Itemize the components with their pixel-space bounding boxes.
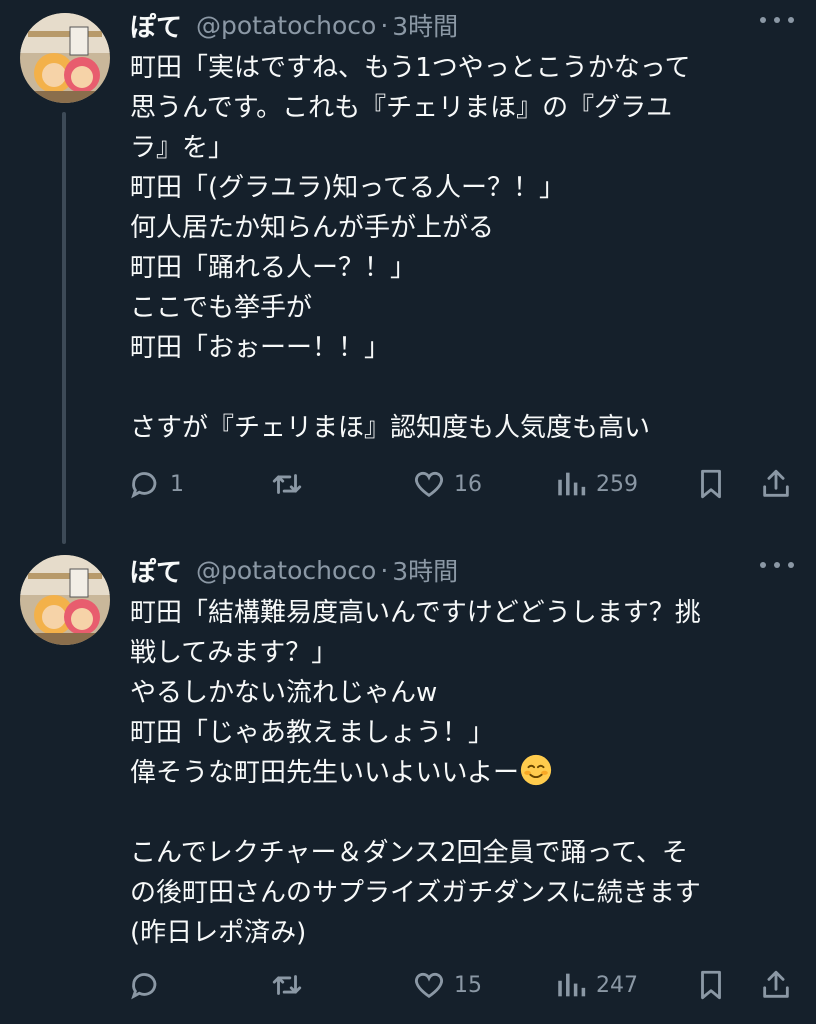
share-icon bbox=[763, 469, 789, 497]
action-bar: 15 247 bbox=[128, 965, 798, 1005]
tweet-header: ぽて @potatochoco · 3時間 bbox=[130, 6, 458, 44]
like-count: 16 bbox=[454, 471, 482, 497]
timestamp[interactable]: 3時間 bbox=[392, 552, 458, 588]
text-line: やるしかない流れじゃんw bbox=[130, 678, 438, 708]
more-icon[interactable] bbox=[760, 555, 794, 575]
reply-button[interactable] bbox=[128, 965, 170, 1005]
tweet-text: 町田「実はですね、もう1つやっとこうかなって 思うんです。これも『チェリまほ』の… bbox=[130, 48, 800, 448]
like-button[interactable]: 16 bbox=[412, 464, 482, 504]
more-icon[interactable] bbox=[760, 10, 794, 30]
like-button[interactable]: 15 bbox=[412, 965, 482, 1005]
tweet[interactable]: ぽて @potatochoco · 3時間 町田「結構難易度高いんですけどどうし… bbox=[0, 545, 816, 1024]
retweet-icon bbox=[272, 975, 302, 995]
retweet-button[interactable] bbox=[270, 464, 312, 504]
text-line bbox=[130, 368, 800, 408]
author-name[interactable]: ぽて bbox=[130, 552, 182, 589]
text-line: 思うんです。これも『チェリまほ』の『グラユ bbox=[130, 93, 673, 123]
author-handle[interactable]: @potatochoco bbox=[196, 11, 376, 40]
like-icon bbox=[415, 471, 443, 498]
text-line-with-emoji: 偉そうな町田先生いいよいいよー bbox=[130, 753, 800, 793]
text-line: ラ』を」 bbox=[130, 133, 235, 163]
thread-line bbox=[62, 112, 66, 544]
like-icon bbox=[415, 972, 443, 999]
bookmark-icon bbox=[701, 469, 721, 499]
text-line: こんでレクチャー＆ダンス2回全員で踊って、そ bbox=[130, 838, 688, 868]
text-line: 町田「踊れる人ー？！」 bbox=[130, 253, 417, 283]
text-line: (昨日レポ済み) bbox=[130, 918, 307, 948]
text-line: ここでも挙手が bbox=[130, 293, 313, 323]
separator-dot: · bbox=[380, 10, 389, 40]
views-icon bbox=[558, 472, 586, 496]
text-line: 町田「結構難易度高いんですけどどうします？挑 bbox=[130, 598, 701, 628]
view-count: 247 bbox=[596, 972, 638, 998]
action-bar: 1 16 259 bbox=[128, 464, 798, 504]
reply-count: 1 bbox=[170, 471, 184, 497]
retweet-icon bbox=[272, 474, 302, 494]
text-line: 偉そうな町田先生いいよいいよー bbox=[130, 758, 519, 788]
views-button[interactable]: 247 bbox=[554, 965, 638, 1005]
author-handle[interactable]: @potatochoco bbox=[196, 556, 376, 585]
timestamp[interactable]: 3時間 bbox=[392, 7, 458, 43]
text-line: さすが『チェリまほ』認知度も人気度も高い bbox=[130, 413, 651, 443]
text-line: 町田「じゃあ教えましょう！」 bbox=[130, 718, 495, 748]
share-button[interactable] bbox=[759, 464, 793, 504]
reply-icon bbox=[131, 973, 157, 1000]
share-button[interactable] bbox=[759, 965, 793, 1005]
share-icon bbox=[763, 970, 789, 998]
like-count: 15 bbox=[454, 972, 482, 998]
bookmark-icon bbox=[701, 970, 721, 1000]
avatar[interactable] bbox=[20, 13, 110, 103]
tweet-text: 町田「結構難易度高いんですけどどうします？挑 戦してみます？」 やるしかない流れ… bbox=[130, 593, 800, 953]
avatar[interactable] bbox=[20, 555, 110, 645]
text-line: 何人居たか知らんが手が上がる bbox=[130, 213, 495, 243]
text-line: 戦してみます？」 bbox=[130, 638, 338, 668]
view-count: 259 bbox=[596, 471, 638, 497]
bookmark-button[interactable] bbox=[694, 965, 728, 1005]
views-icon bbox=[558, 973, 586, 997]
views-button[interactable]: 259 bbox=[554, 464, 638, 504]
smiling-face-emoji bbox=[520, 754, 552, 786]
text-line: 町田「実はですね、もう1つやっとこうかなって bbox=[130, 53, 691, 83]
reply-icon bbox=[131, 472, 157, 499]
separator-dot: · bbox=[380, 555, 389, 585]
tweet-header: ぽて @potatochoco · 3時間 bbox=[130, 551, 458, 589]
author-name[interactable]: ぽて bbox=[130, 7, 182, 44]
bookmark-button[interactable] bbox=[694, 464, 728, 504]
text-line bbox=[130, 793, 800, 833]
reply-button[interactable]: 1 bbox=[128, 464, 184, 504]
retweet-button[interactable] bbox=[270, 965, 312, 1005]
text-line: 町田「(グラユラ)知ってる人ー？！」 bbox=[130, 173, 565, 203]
tweet[interactable]: ぽて @potatochoco · 3時間 町田「実はですね、もう1つやっとこう… bbox=[0, 0, 816, 544]
text-line: の後町田さんのサプライズガチダンスに続きます bbox=[130, 878, 701, 908]
text-line: 町田「おぉーー！！」 bbox=[130, 333, 391, 363]
